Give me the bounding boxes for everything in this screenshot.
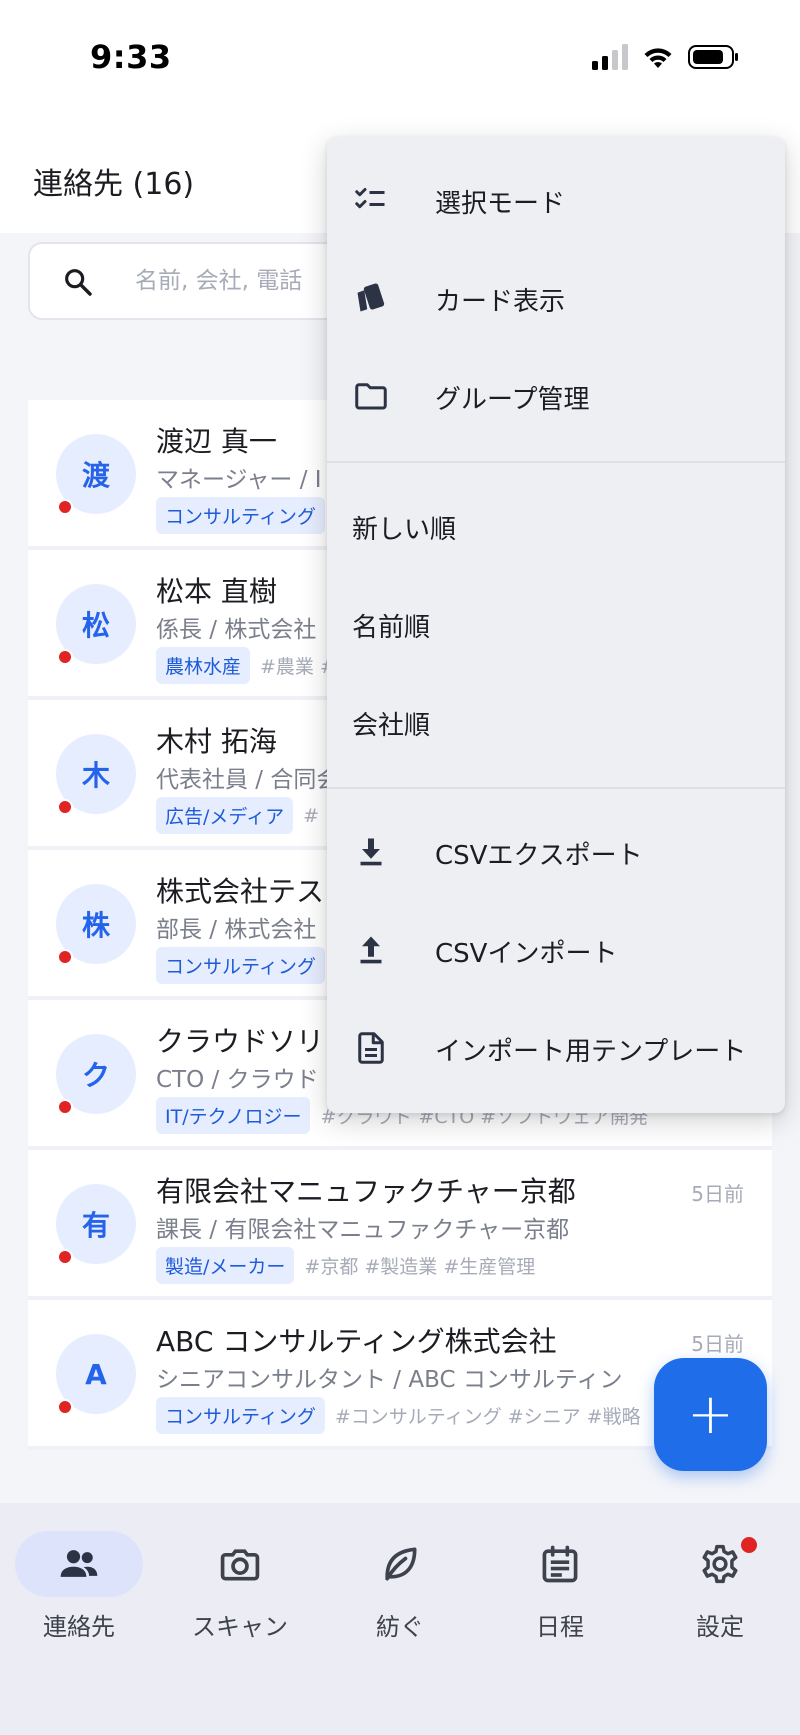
menu-item-label: 会社順 bbox=[352, 711, 431, 741]
menu-item-import-template[interactable]: インポート用テンプレート bbox=[327, 999, 785, 1097]
menu-item-label: CSVインポート bbox=[435, 939, 618, 969]
menu-item-sort-company[interactable]: 会社順 bbox=[327, 673, 785, 771]
menu-item-label: カード表示 bbox=[435, 287, 566, 317]
overflow-menu: 選択モード カード表示 グループ管理 新しい順 名前順 会社順 CSVエクスポー… bbox=[327, 137, 785, 1113]
menu-item-label: 名前順 bbox=[352, 613, 431, 643]
upload-icon bbox=[353, 932, 389, 968]
menu-item-card-view[interactable]: カード表示 bbox=[327, 249, 785, 347]
menu-divider bbox=[327, 461, 785, 463]
menu-item-sort-newest[interactable]: 新しい順 bbox=[327, 477, 785, 575]
menu-item-csv-export[interactable]: CSVエクスポート bbox=[327, 803, 785, 901]
menu-item-sort-name[interactable]: 名前順 bbox=[327, 575, 785, 673]
download-icon bbox=[353, 834, 389, 870]
folder-icon bbox=[353, 378, 389, 414]
menu-divider bbox=[327, 787, 785, 789]
menu-item-group-manage[interactable]: グループ管理 bbox=[327, 347, 785, 445]
cards-icon bbox=[353, 280, 389, 316]
menu-item-label: CSVエクスポート bbox=[435, 841, 643, 871]
checklist-icon bbox=[353, 182, 389, 218]
document-icon bbox=[353, 1030, 389, 1066]
menu-item-label: インポート用テンプレート bbox=[435, 1037, 747, 1067]
menu-item-csv-import[interactable]: CSVインポート bbox=[327, 901, 785, 999]
menu-item-select-mode[interactable]: 選択モード bbox=[327, 151, 785, 249]
menu-item-label: 新しい順 bbox=[352, 515, 457, 545]
menu-item-label: グループ管理 bbox=[435, 385, 590, 415]
menu-item-label: 選択モード bbox=[435, 189, 566, 219]
